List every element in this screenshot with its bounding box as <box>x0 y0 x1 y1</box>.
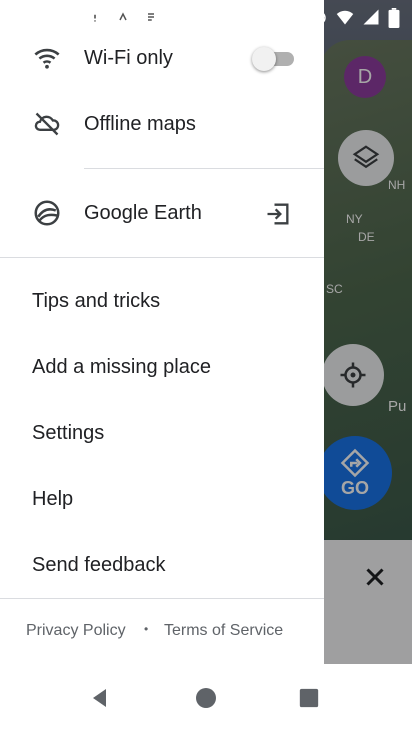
wifi-status-icon <box>336 10 354 25</box>
maps-notification-icon <box>144 10 158 24</box>
system-navigation-bar <box>0 664 412 732</box>
alarm-icon <box>312 11 326 25</box>
drawer-item-label: Help <box>32 487 74 510</box>
battery-icon <box>388 8 400 28</box>
toggle-thumb <box>252 47 276 71</box>
divider <box>0 257 324 258</box>
terms-of-service-link[interactable]: Terms of Service <box>164 622 283 640</box>
wifi-only-toggle[interactable] <box>252 47 298 71</box>
signal-icon <box>363 9 379 25</box>
notification-icons <box>86 8 186 26</box>
drawer-item-help[interactable]: Help <box>0 478 324 520</box>
wifi-icon <box>32 43 62 73</box>
home-icon[interactable] <box>194 686 218 710</box>
drawer-item-send-feedback[interactable]: Send feedback <box>0 544 324 586</box>
system-status-icons <box>310 8 400 28</box>
drawer-item-settings[interactable]: Settings <box>0 412 324 454</box>
privacy-policy-link[interactable]: Privacy Policy <box>26 622 126 640</box>
offline-icon <box>32 109 62 139</box>
drawer-item-tips-and-tricks[interactable]: Tips and tricks <box>0 280 324 322</box>
drawer-item-label: Settings <box>32 421 105 444</box>
divider <box>84 168 324 169</box>
back-icon[interactable] <box>88 686 112 710</box>
maps-notification-icon <box>116 10 130 24</box>
google-earth-icon <box>32 198 62 228</box>
drawer-item-label: Wi-Fi only <box>84 46 173 69</box>
sd-card-icon <box>172 9 184 25</box>
drawer-item-label: Tips and tricks <box>32 289 161 312</box>
drawer-item-add-missing-place[interactable]: Add a missing place <box>0 346 324 388</box>
recents-icon[interactable] <box>298 687 320 709</box>
divider <box>0 598 324 599</box>
drawer-item-offline-maps[interactable]: Offline maps <box>0 104 324 144</box>
status-bar: 11:00 <box>0 0 412 32</box>
warning-icon <box>86 9 104 24</box>
drawer-item-label: Google Earth <box>84 201 202 224</box>
open-external-icon <box>264 200 292 234</box>
drawer-item-label: Offline maps <box>84 112 196 135</box>
drawer-item-label: Add a missing place <box>32 355 211 378</box>
footer-separator: • <box>144 622 149 636</box>
status-time: 11:00 <box>16 6 58 25</box>
navigation-drawer: Wi-Fi only Offline maps Google Earth Tip… <box>0 0 324 664</box>
drawer-item-google-earth[interactable]: Google Earth <box>0 192 324 234</box>
drawer-item-label: Send feedback <box>32 553 166 576</box>
